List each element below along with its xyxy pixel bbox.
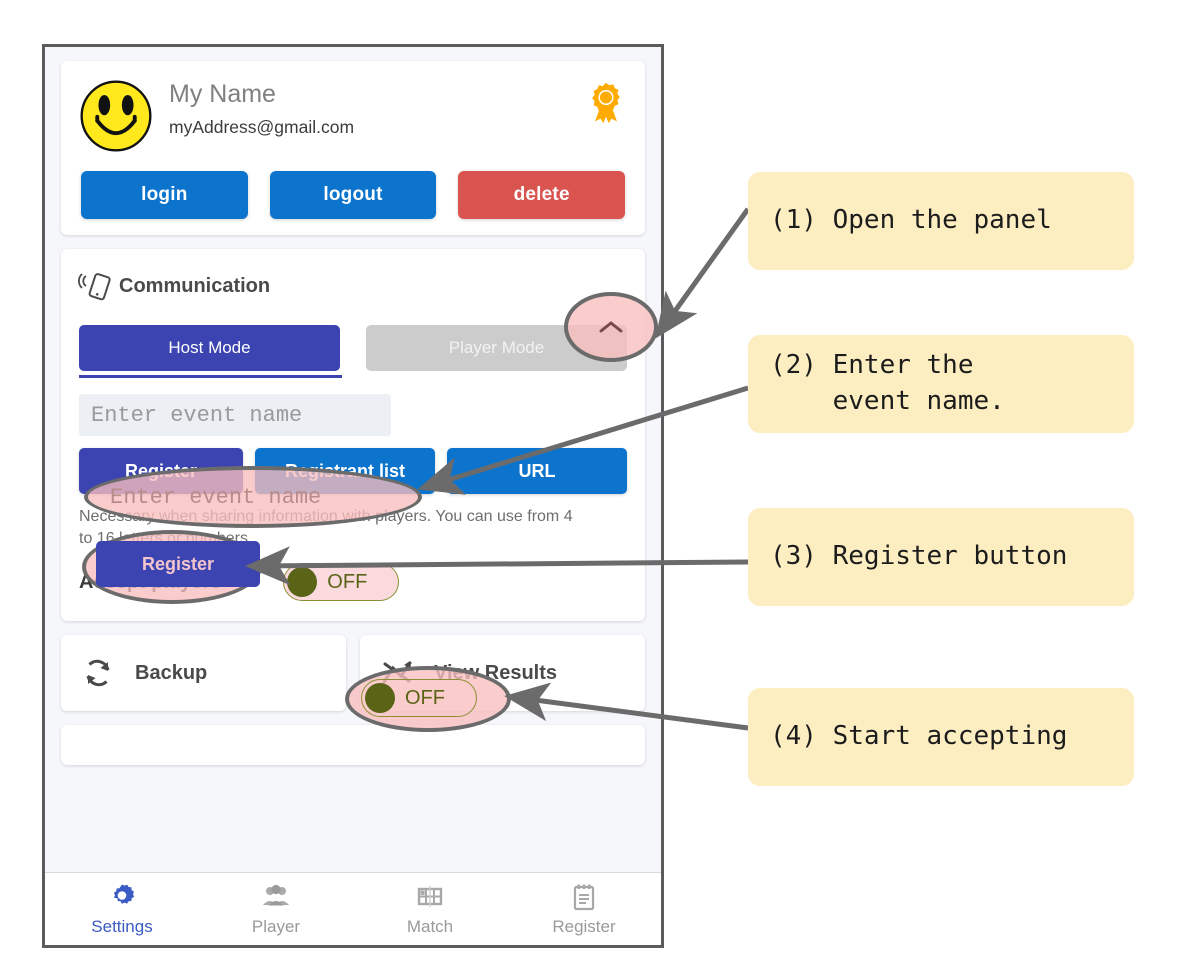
chevron-up-icon xyxy=(599,321,623,333)
toggle-state-label: OFF xyxy=(327,570,368,593)
highlight-accept-toggle xyxy=(345,666,511,732)
bracket-table-icon xyxy=(417,885,443,907)
active-tab-indicator xyxy=(79,375,342,378)
next-card-partial xyxy=(61,725,645,766)
bottom-navigation: Settings Player Match Register xyxy=(45,872,661,945)
callout-3: (3) Register button xyxy=(748,508,1134,606)
nav-item-settings[interactable]: Settings xyxy=(45,882,199,937)
backup-tile[interactable]: Backup xyxy=(61,635,346,712)
communication-title: Communication xyxy=(119,274,271,297)
clipboard-icon xyxy=(573,884,595,910)
account-name: My Name xyxy=(169,80,276,108)
nav-label-settings: Settings xyxy=(91,916,153,936)
phone-scroll-area[interactable]: My Name myAddress@gmail.com login logout… xyxy=(45,47,661,873)
login-button[interactable]: login xyxy=(81,171,248,219)
nav-item-match[interactable]: Match xyxy=(353,882,507,937)
medal-rosette-icon xyxy=(592,82,620,124)
toggle-knob xyxy=(287,567,318,598)
highlight-event-input xyxy=(84,466,422,528)
delete-button[interactable]: delete xyxy=(458,171,626,219)
nav-item-player[interactable]: Player xyxy=(199,882,353,937)
callout-2: (2) Enter the event name. xyxy=(748,335,1134,433)
highlight-register-button xyxy=(82,530,262,604)
account-header: My Name myAddress@gmail.com xyxy=(77,75,629,155)
callout-4: (4) Start accepting xyxy=(748,688,1134,786)
communication-header: Communication xyxy=(77,265,629,307)
people-icon xyxy=(263,884,289,905)
account-card: My Name myAddress@gmail.com login logout… xyxy=(61,61,645,235)
nav-label-match: Match xyxy=(406,916,454,936)
account-buttons: login logout delete xyxy=(77,171,629,219)
tab-host-mode[interactable]: Host Mode xyxy=(79,325,340,371)
nav-label-player: Player xyxy=(251,916,301,936)
callout-1: (1) Open the panel xyxy=(748,172,1134,270)
event-name-input[interactable]: Enter event name xyxy=(79,394,391,436)
sync-refresh-icon xyxy=(86,660,110,687)
nav-label-register: Register xyxy=(552,916,616,936)
highlight-collapse-chevron[interactable] xyxy=(564,292,658,362)
backup-label: Backup xyxy=(135,661,208,684)
account-identity: My Name myAddress@gmail.com xyxy=(169,75,573,137)
smiley-face-icon xyxy=(80,80,152,152)
accept-players-toggle[interactable]: OFF xyxy=(283,563,400,602)
gear-icon xyxy=(113,884,135,904)
logout-button[interactable]: logout xyxy=(269,171,437,219)
mode-tabs: Host Mode Player Mode xyxy=(77,325,629,371)
nav-item-register[interactable]: Register xyxy=(507,882,661,937)
account-email: myAddress@gmail.com xyxy=(169,116,355,137)
arrow-to-chevron xyxy=(655,207,751,339)
url-button[interactable]: URL xyxy=(447,448,627,494)
phone-signal-icon xyxy=(78,273,111,301)
